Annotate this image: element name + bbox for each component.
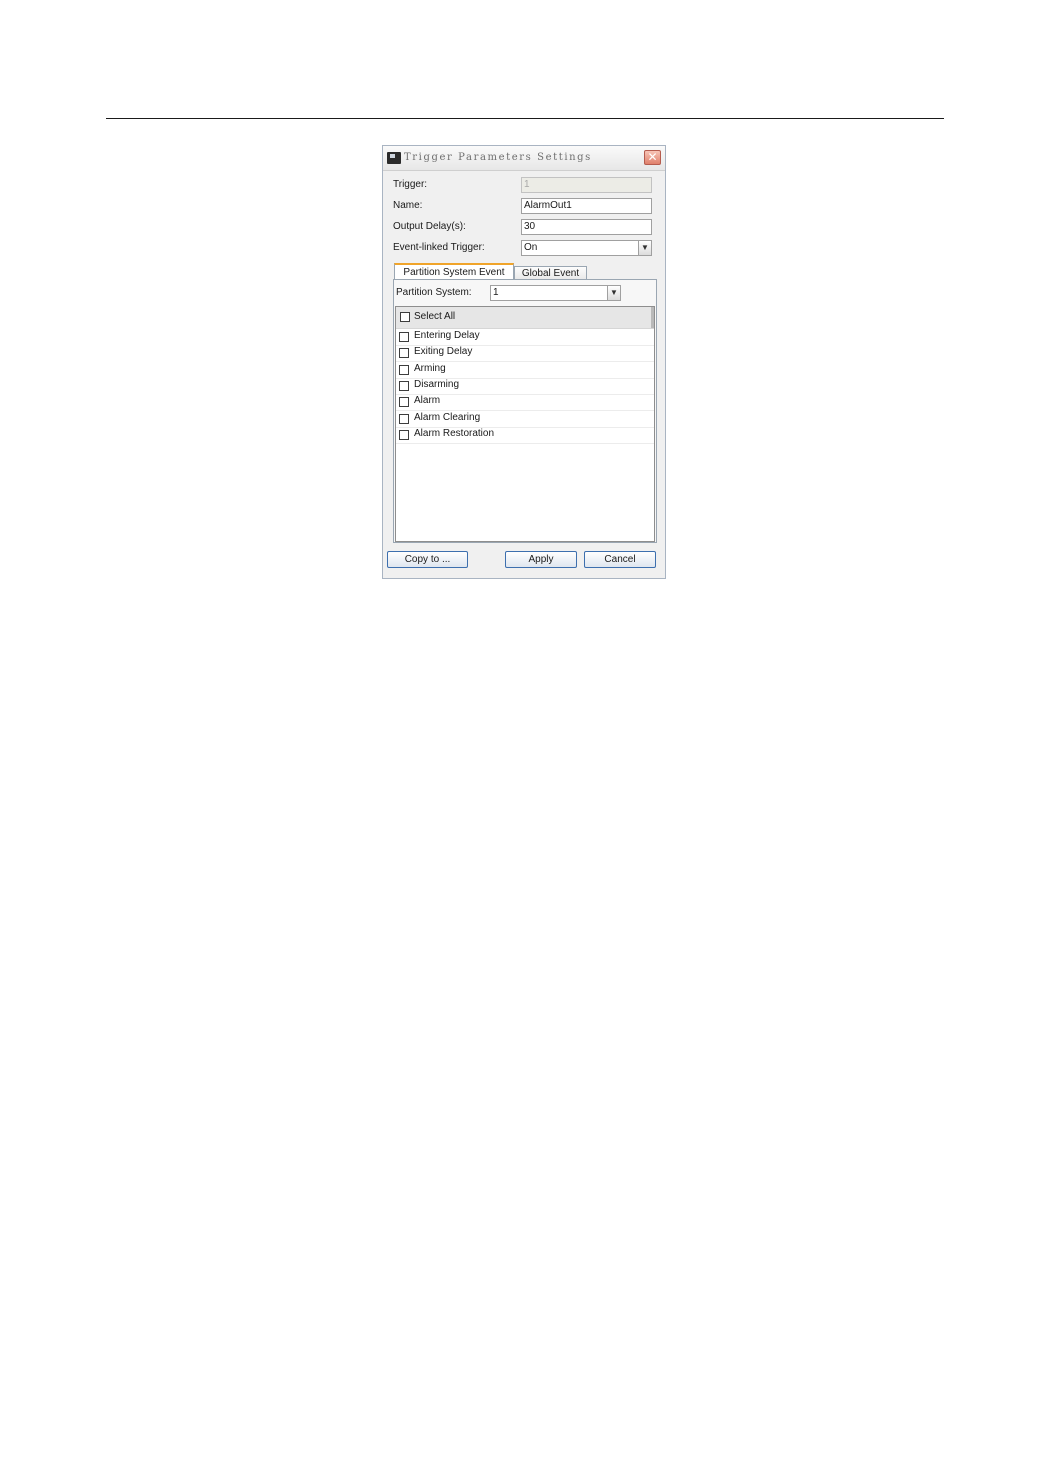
- dialog-titlebar[interactable]: Trigger Parameters Settings ✕: [383, 146, 665, 171]
- tab-panel: Partition System: 1 ▼ Select All Enterin…: [393, 279, 657, 543]
- list-item[interactable]: Exiting Delay: [396, 345, 654, 362]
- item-checkbox[interactable]: [399, 414, 409, 424]
- trigger-parameters-dialog: Trigger Parameters Settings ✕ Trigger: 1…: [382, 145, 666, 579]
- item-checkbox[interactable]: [399, 365, 409, 375]
- partition-system-label: Partition System:: [396, 287, 472, 298]
- list-item[interactable]: Disarming: [396, 378, 654, 395]
- chevron-down-icon[interactable]: ▼: [638, 241, 651, 255]
- item-checkbox[interactable]: [399, 430, 409, 440]
- item-label: Alarm Clearing: [414, 412, 481, 423]
- output-delay-field[interactable]: 30: [521, 219, 652, 235]
- list-item[interactable]: Arming: [396, 362, 654, 379]
- partition-system-select[interactable]: 1 ▼: [490, 285, 621, 301]
- list-scrollbar[interactable]: [651, 307, 654, 328]
- list-item[interactable]: Alarm Restoration: [396, 427, 654, 444]
- item-label: Entering Delay: [414, 330, 480, 341]
- output-delay-label: Output Delay(s):: [393, 221, 466, 232]
- name-label: Name:: [393, 200, 423, 211]
- partition-system-value: 1: [493, 287, 499, 298]
- trigger-field: 1: [521, 177, 652, 193]
- select-all-label: Select All: [414, 311, 456, 322]
- list-item[interactable]: Alarm Clearing: [396, 411, 654, 428]
- name-field[interactable]: AlarmOut1: [521, 198, 652, 214]
- event-linked-trigger-value: On: [524, 242, 538, 253]
- event-linked-trigger-label: Event-linked Trigger:: [393, 242, 485, 253]
- item-checkbox[interactable]: [399, 397, 409, 407]
- item-checkbox[interactable]: [399, 381, 409, 391]
- item-label: Alarm Restoration: [414, 428, 495, 439]
- event-linked-trigger-select[interactable]: On ▼: [521, 240, 652, 256]
- app-icon: [387, 152, 401, 164]
- item-label: Arming: [414, 363, 446, 374]
- list-item[interactable]: Entering Delay: [396, 329, 654, 346]
- list-item[interactable]: Alarm: [396, 394, 654, 411]
- chevron-down-icon[interactable]: ▼: [607, 286, 620, 300]
- item-checkbox[interactable]: [399, 332, 409, 342]
- select-all-row[interactable]: Select All: [396, 307, 654, 329]
- page-header-rule: [106, 118, 944, 119]
- tab-global-event[interactable]: Global Event: [514, 266, 587, 280]
- dialog-title: Trigger Parameters Settings: [404, 152, 592, 163]
- item-label: Exiting Delay: [414, 346, 473, 357]
- select-all-checkbox[interactable]: [400, 312, 410, 322]
- apply-button[interactable]: Apply: [505, 551, 577, 568]
- event-list: Select All Entering Delay Exiting Delay …: [395, 306, 655, 542]
- item-label: Disarming: [414, 379, 460, 390]
- close-icon[interactable]: ✕: [644, 150, 661, 165]
- tab-partition-system-event[interactable]: Partition System Event: [394, 263, 514, 280]
- cancel-button[interactable]: Cancel: [584, 551, 656, 568]
- trigger-label: Trigger:: [393, 179, 428, 190]
- item-checkbox[interactable]: [399, 348, 409, 358]
- copy-to-button[interactable]: Copy to ...: [387, 551, 468, 568]
- item-label: Alarm: [414, 395, 441, 406]
